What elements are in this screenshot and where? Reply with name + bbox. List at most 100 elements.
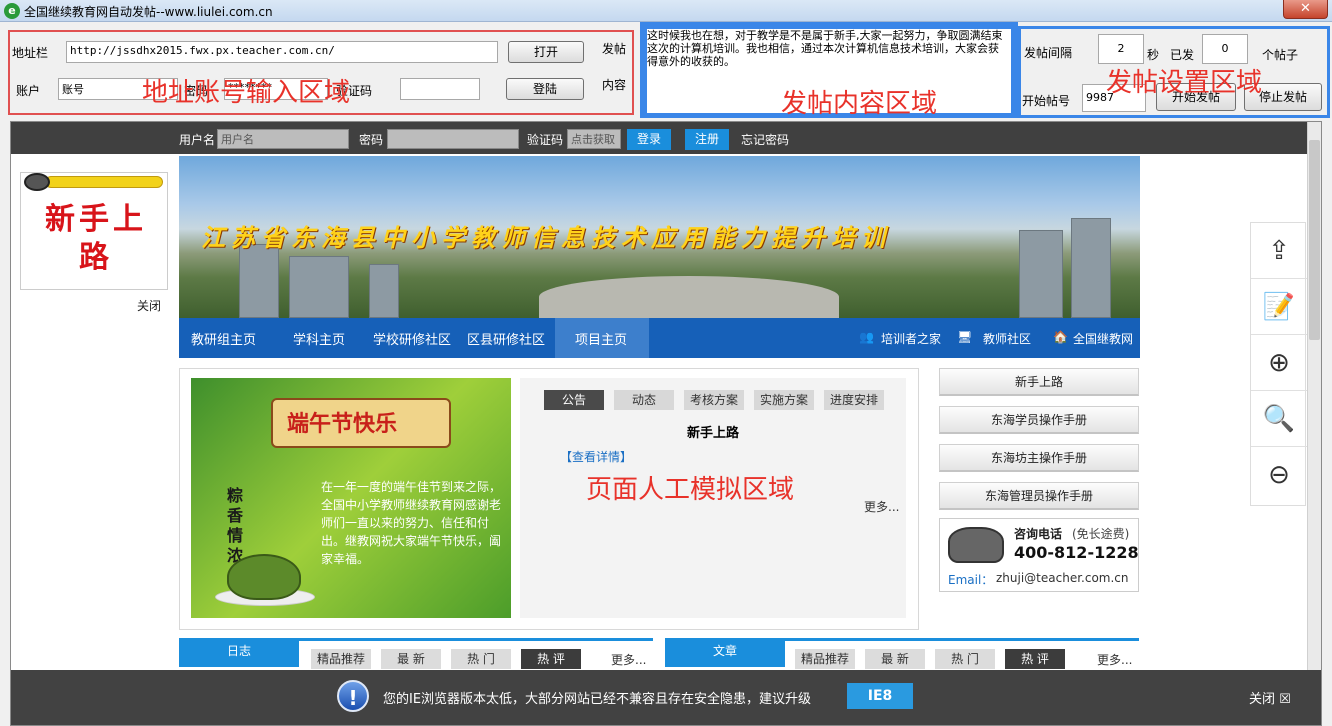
ie-warning-text: 您的IE浏览器版本太低，大部分网站已经不兼容且存在安全隐患，建议升级 [383,692,812,707]
tab-news[interactable]: 动态 [614,390,674,410]
back-to-top-icon[interactable]: ⇪ [1251,223,1307,279]
zoom-out-icon[interactable]: ⊖ [1251,447,1307,503]
contact-email[interactable]: zhuji@teacher.com.cn [996,571,1129,585]
settings-section-annotation: 发帖设置区域 [1106,68,1263,98]
contact-phone-number: 400-812-1228 [1014,543,1139,562]
article-tab-featured[interactable]: 精品推荐 [795,649,855,669]
address-section-annotation: 地址账号输入区域 [142,78,351,108]
post-label-bottom: 内容 [602,78,627,92]
zoom-in-icon[interactable]: ⊕ [1251,335,1307,391]
open-button[interactable]: 打开 [508,41,584,63]
newbie-widget[interactable]: 新手上路 [20,172,168,290]
site-register-button[interactable]: 注册 [685,129,729,150]
tab-announcement[interactable]: 公告 [544,390,604,410]
promo-body-text: 在一年一度的端午佳节到来之际，全国中小学教师继续教育网感谢老师们一直以来的努力、… [321,480,502,566]
site-captcha-button[interactable]: 点击获取 [567,129,621,149]
building [369,264,399,318]
nav-item-subject[interactable]: 学科主页 [293,329,345,348]
contact-email-label: Email： [948,573,994,587]
site-banner: 江苏省东海县中小学教师信息技术应用能力提升培训 [179,156,1140,318]
start-id-label: 开始帖号 [1022,94,1071,108]
plaza [539,276,839,318]
post-content-annotation: 发帖内容区域 [781,89,938,119]
notice-more-link[interactable]: 更多... [864,498,899,515]
side-link-newbie[interactable]: 新手上路 [939,368,1139,396]
window-close-button[interactable]: ✕ [1283,0,1328,19]
building [239,244,279,318]
site-nav: 教研组主页 学科主页 学校研修社区 区县研修社区 项目主页 👥 培训者之家 🖥 … [179,318,1140,358]
home-icon: 🏠 [1053,330,1068,344]
feedback-icon[interactable]: 📝 [1251,279,1307,335]
building [1071,218,1111,318]
side-link-student-manual[interactable]: 东海学员操作手册 [939,406,1139,434]
post-label-top: 发帖 [602,42,627,56]
ie8-upgrade-button[interactable]: IE8 [847,683,913,709]
contact-phone-note: (免长途费) [1072,527,1130,541]
newbie-text: 新手上路 [45,202,147,275]
blog-more-link[interactable]: 更多... [611,651,646,668]
site-password-input[interactable] [387,129,519,149]
article-tab-top-comment[interactable]: 热 评 [1005,649,1065,669]
nav-item-school-community[interactable]: 学校研修社区 [373,329,451,348]
captcha-input[interactable] [400,78,480,100]
browser-vertical-scrollbar[interactable] [1307,122,1321,670]
ie-warning-close-button[interactable]: 关闭 ☒ [1249,688,1291,707]
post-content-textarea[interactable]: 这时候我也在想，对于教学是不是属于新手,大家一起努力，争取圆满结束这次的计算机培… [647,29,1011,119]
notice-detail-link[interactable]: 【查看详情】 [560,448,632,465]
login-button[interactable]: 登陆 [506,78,584,100]
posts-unit-label: 个帖子 [1262,48,1299,62]
nav-trainers-home[interactable]: 培训者之家 [881,330,941,347]
monitor-icon: 🖥 [957,330,973,344]
zoom-reset-icon[interactable]: 🔍 [1251,391,1307,447]
site-captcha-label: 验证码 [527,133,564,147]
article-tab-hot[interactable]: 热 门 [935,649,995,669]
account-label: 账户 [16,84,41,98]
seconds-label: 秒 [1147,48,1160,62]
tab-assessment[interactable]: 考核方案 [684,390,744,410]
site-login-bar: 用户名 用户名 密码 验证码 点击获取 登录 注册 忘记密码 [11,122,1307,154]
address-input[interactable]: http://jssdhx2015.fwx.px.teacher.com.cn/ [66,41,498,63]
app-icon: e [4,3,20,19]
article-tab-latest[interactable]: 最 新 [865,649,925,669]
phone-icon [948,527,1004,563]
article-section-title[interactable]: 文章 [665,638,785,667]
side-link-admin-manual[interactable]: 东海管理员操作手册 [939,482,1139,510]
promo-scroll-text: 端午节快乐 [287,412,398,437]
blog-tab-hot[interactable]: 热 门 [451,649,511,669]
blog-tab-latest[interactable]: 最 新 [381,649,441,669]
tab-implementation[interactable]: 实施方案 [754,390,814,410]
nav-item-project-home[interactable]: 项目主页 [575,329,627,348]
nav-item-district-community[interactable]: 区县研修社区 [467,329,545,348]
post-content-text: 这时候我也在想，对于教学是不是属于新手,大家一起努力，争取圆满结束这次的计算机培… [647,29,1003,68]
blog-tab-featured[interactable]: 精品推荐 [311,649,371,669]
side-link-moderator-manual[interactable]: 东海坊主操作手册 [939,444,1139,472]
dragon-boat-promo-image[interactable]: 端午节快乐 粽香情浓 在一年一度的端午佳节到来之际，全国中小学教师继续教育网感谢… [191,378,511,618]
scrollbar-thumb[interactable] [1309,140,1320,340]
forgot-password-link[interactable]: 忘记密码 [741,131,789,148]
ie-upgrade-warning: ! 您的IE浏览器版本太低，大部分网站已经不兼容且存在安全隐患，建议升级 IE8… [11,670,1321,725]
tab-schedule[interactable]: 进度安排 [824,390,884,410]
nav-item-teaching-group[interactable]: 教研组主页 [191,329,256,348]
sent-label: 已发 [1170,48,1195,62]
newbie-close-link[interactable]: 关闭 [137,297,161,314]
building [289,256,349,318]
blog-tab-top-comment[interactable]: 热 评 [521,649,581,669]
embedded-browser[interactable]: 用户名 用户名 密码 验证码 点击获取 登录 注册 忘记密码 新手上路 关闭 江… [10,121,1322,726]
horn-icon [24,173,50,191]
site-login-button[interactable]: 登录 [627,129,671,150]
interval-input[interactable]: 2 [1098,34,1144,64]
site-username-label: 用户名 [179,133,216,147]
main-content-panel: 端午节快乐 粽香情浓 在一年一度的端午佳节到来之际，全国中小学教师继续教育网感谢… [179,368,919,630]
nav-national-network[interactable]: 全国继教网 [1073,330,1133,347]
floating-toolbar: ⇪ 📝 ⊕ 🔍 ⊖ [1250,222,1307,506]
zongzi-icon [227,554,301,600]
sent-count: 0 [1202,34,1248,64]
notice-title[interactable]: 新手上路 [520,422,906,441]
site-username-input[interactable]: 用户名 [217,129,349,149]
page-simulation-annotation: 页面人工模拟区域 [586,475,795,505]
app-window: e 全国继续教育网自动发帖--www.liulei.com.cn ✕ 地址栏 h… [0,0,1332,726]
banner-title: 江苏省东海县中小学教师信息技术应用能力提升培训 [201,224,891,252]
blog-section-title[interactable]: 日志 [179,638,299,667]
nav-teacher-community[interactable]: 教师社区 [983,330,1031,347]
article-more-link[interactable]: 更多... [1097,651,1132,668]
